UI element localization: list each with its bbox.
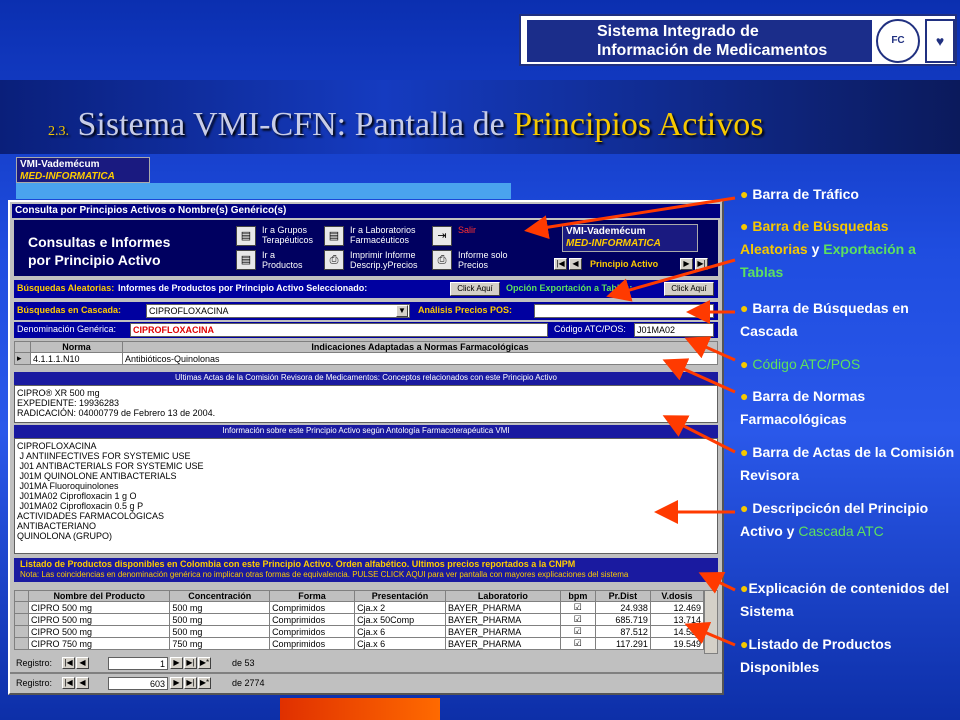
- heading-line1: Consultas e Informes: [28, 234, 171, 250]
- products-table: Nombre del Producto Concentración Forma Pr…: [14, 590, 705, 650]
- outer-next-button[interactable]: ▶: [170, 677, 183, 689]
- ann-cascade: ● Barra de Búsquedas en Cascada: [740, 300, 909, 339]
- sim-logo: Sistema Integrado de Información de Medi…: [519, 14, 957, 66]
- random-search-bar: Búsquedas Aleatorias: Informes de Produc…: [14, 280, 718, 298]
- inner-record-field[interactable]: 1: [108, 657, 168, 670]
- ann-actas: ● Barra de Actas de la Comisión Revisora: [740, 444, 955, 483]
- atc-label: Código ATC/POS:: [554, 324, 626, 334]
- vmi-window-logo: VMI-Vademécum MED-INFORMATICA: [562, 224, 698, 252]
- title-main: Sistema VMI-CFN: Pantalla de: [77, 106, 514, 143]
- title-number: 2.3.: [48, 124, 69, 139]
- menu-exit[interactable]: Salir: [458, 225, 476, 235]
- people-icon: ♥: [925, 19, 955, 63]
- menu-groups[interactable]: Ir a Grupos: [262, 225, 307, 235]
- actas-text[interactable]: CIPRO® XR 500 mg EXPEDIENTE: 19936283 RA…: [14, 385, 718, 423]
- window-title: Consulta por Principios Activos o Nombre…: [12, 204, 720, 218]
- ann-random-search: ● Barra de Búsquedas Aleatorias y Export…: [740, 218, 916, 280]
- labs-icon[interactable]: ▤: [324, 226, 344, 246]
- ann-norms: ● Barra de Normas Farmacológicas: [740, 388, 866, 427]
- print-icon[interactable]: ⎙: [324, 250, 344, 270]
- products-scrollbar[interactable]: [704, 590, 718, 654]
- traffic-band: [16, 183, 511, 199]
- nav-prev-button[interactable]: ◀: [569, 258, 582, 270]
- nav-next-button[interactable]: ▶: [680, 258, 693, 270]
- traffic-bar: Consultas e Informes por Principio Activ…: [14, 220, 718, 276]
- page-title: 2.3. Sistema VMI-CFN: Pantalla de Princi…: [48, 106, 763, 144]
- ann-products: ●Listado de Productos Disponibles: [740, 636, 892, 675]
- inner-next-button[interactable]: ▶: [170, 657, 183, 669]
- exit-icon[interactable]: ⇥: [432, 226, 452, 246]
- info-text[interactable]: CIPROFLOXACINA J ANTIINFECTIVES FOR SYST…: [14, 438, 718, 554]
- fc-seal-icon: FC: [876, 19, 920, 63]
- nav-first-button[interactable]: |◀: [554, 258, 567, 270]
- chevron-down-icon[interactable]: ▼: [396, 305, 408, 317]
- inner-prev-button[interactable]: ◀: [76, 657, 89, 669]
- inner-new-button[interactable]: ▶*: [198, 657, 211, 669]
- groups-icon[interactable]: ▤: [236, 226, 256, 246]
- nav-label: Principio Activo: [590, 259, 659, 269]
- table-row[interactable]: CIPRO 500 mg 500 mg Comprimidos Cja.x 2 BAYE…: [14, 601, 705, 614]
- table-row[interactable]: CIPRO 500 mg 500 mg Comprimidos Cja.x 6 BAYE…: [14, 625, 705, 638]
- menu-prices-report[interactable]: Informe solo: [458, 250, 508, 260]
- export-label: Opción Exportación a Tablas:: [506, 283, 633, 293]
- ann-traffic: ● Barra de Tráfico: [740, 186, 859, 202]
- table-row[interactable]: CIPRO 500 mg 500 mg Comprimidos Cja.x 50Com…: [14, 613, 705, 626]
- table-row[interactable]: ▸ 4.1.1.1.N10 Antibióticos-Quinolonas: [14, 352, 718, 365]
- export-click-button[interactable]: Click Aquí: [664, 282, 714, 296]
- info-bar: Información sobre este Principio Activo …: [14, 425, 718, 438]
- ann-explanation: ●Explicación de contenidos del Sistema: [740, 580, 950, 619]
- outer-record-field[interactable]: 603: [108, 677, 168, 690]
- system-explanation-bar[interactable]: Listado de Productos disponibles en Colo…: [14, 558, 718, 582]
- atc-field[interactable]: J01MA02: [634, 323, 714, 337]
- norms-table: Norma Indicaciones Adaptadas a Normas Far…: [14, 341, 718, 365]
- pos-price-field[interactable]: [534, 304, 714, 318]
- nav-last-button[interactable]: ▶|: [695, 258, 708, 270]
- cascade-bar: Búsquedas en Cascada: CIPROFLOXACINA ▼ A…: [14, 302, 718, 320]
- click-aqui-button[interactable]: Click Aquí: [450, 282, 500, 296]
- outer-new-button[interactable]: ▶*: [198, 677, 211, 689]
- decor-strip: [280, 698, 440, 720]
- menu-print-report[interactable]: Imprimir Informe: [350, 250, 416, 260]
- inner-last-button[interactable]: ▶|: [184, 657, 197, 669]
- sim-banner: Sistema Integrado de Información de Medi…: [527, 20, 872, 62]
- app-window: Consulta por Principios Activos o Nombre…: [8, 200, 724, 695]
- title-highlight: Principios Activos: [513, 106, 764, 143]
- menu-labs[interactable]: Ir a Laboratorios: [350, 225, 416, 235]
- outer-first-button[interactable]: |◀: [62, 677, 75, 689]
- menu-products[interactable]: Ir a: [262, 250, 275, 260]
- heading-line2: por Principio Activo: [28, 252, 161, 268]
- generic-name-field[interactable]: CIPROFLOXACINA: [130, 323, 548, 337]
- actas-bar: Ultimas Actas de la Comisión Revisora de…: [14, 372, 718, 385]
- print-prices-icon[interactable]: ⎙: [432, 250, 452, 270]
- outer-last-button[interactable]: ▶|: [184, 677, 197, 689]
- ann-description: ● Descripcicón del Principio Activo y Ca…: [740, 500, 929, 539]
- products-icon[interactable]: ▤: [236, 250, 256, 270]
- vmi-logo: VMI-Vademécum MED-INFORMATICA: [16, 157, 150, 183]
- outer-prev-button[interactable]: ◀: [76, 677, 89, 689]
- table-row[interactable]: CIPRO 750 mg 750 mg Comprimidos Cja.x 6 BAYE…: [14, 637, 705, 650]
- inner-first-button[interactable]: |◀: [62, 657, 75, 669]
- ann-atc: ● Código ATC/POS: [740, 356, 861, 372]
- cascade-select[interactable]: CIPROFLOXACINA: [146, 304, 410, 318]
- generic-name-bar: Denominación Genérica: CIPROFLOXACINA Có…: [14, 322, 718, 338]
